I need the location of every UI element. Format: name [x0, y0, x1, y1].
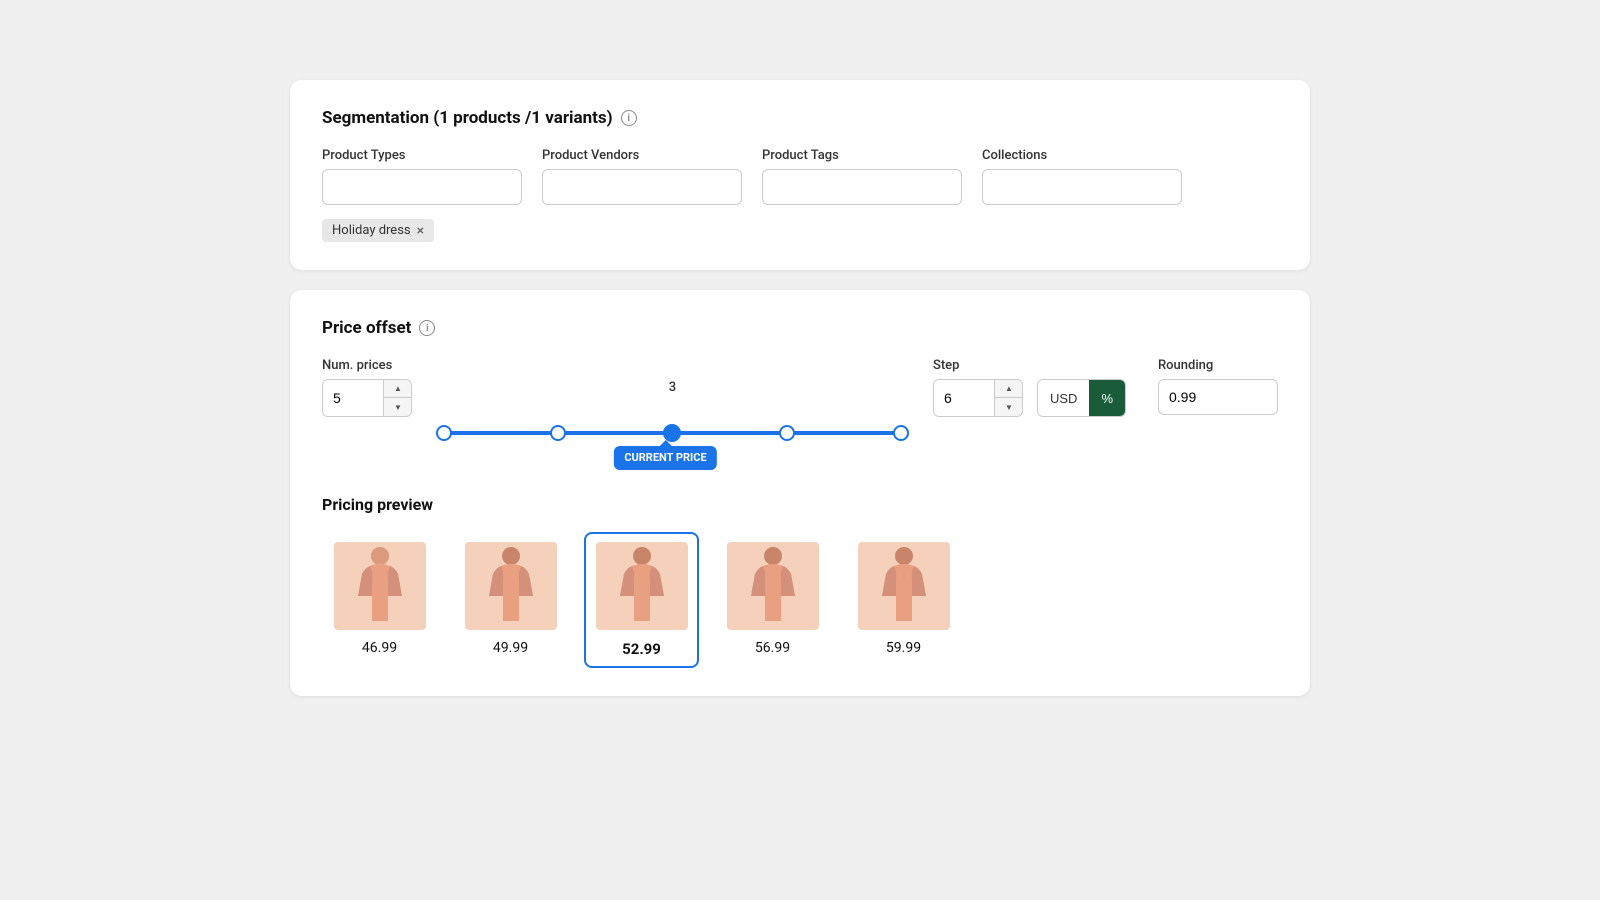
product-tags-label: Product Tags — [762, 148, 962, 163]
dress-svg-1 — [481, 546, 541, 626]
product-image-3 — [727, 542, 819, 630]
product-vendors-input[interactable] — [542, 169, 742, 205]
percent-button[interactable]: % — [1089, 380, 1125, 416]
pricing-preview-title: Pricing preview — [322, 495, 1278, 514]
step-spinner-buttons: ▲ ▼ — [994, 380, 1023, 416]
product-image-0 — [334, 542, 426, 630]
num-prices-decrement[interactable]: ▼ — [384, 398, 412, 416]
product-card-1[interactable]: 49.99 — [453, 532, 568, 668]
price-offset-info-icon[interactable]: i — [419, 320, 435, 336]
segmentation-info-icon[interactable]: i — [621, 110, 637, 126]
product-image-1 — [465, 542, 557, 630]
tag-label: Holiday dress — [332, 223, 411, 238]
dress-svg-4 — [874, 546, 934, 626]
segmentation-card: Segmentation (1 products /1 variants) i … — [290, 80, 1310, 270]
slider-dot-2[interactable]: CURRENT PRICE — [663, 424, 681, 442]
step-spinner: ▲ ▼ — [933, 379, 1023, 417]
slider-track: CURRENT PRICE — [444, 431, 901, 435]
step-decrement[interactable]: ▼ — [995, 398, 1023, 416]
product-price-2: 52.99 — [622, 640, 661, 658]
collections-label: Collections — [982, 148, 1182, 163]
product-image-2 — [596, 542, 688, 630]
slider-track-container[interactable]: CURRENT PRICE — [444, 403, 901, 463]
segmentation-title-text: Segmentation (1 products /1 variants) — [322, 108, 613, 128]
step-input[interactable] — [934, 380, 994, 416]
product-price-3: 56.99 — [755, 640, 790, 656]
holiday-dress-tag: Holiday dress × — [322, 219, 434, 242]
dress-svg-0 — [350, 546, 410, 626]
price-offset-title-text: Price offset — [322, 318, 411, 338]
price-offset-grid: Num. prices ▲ ▼ 3 — [322, 358, 1278, 463]
num-prices-group: Num. prices ▲ ▼ — [322, 358, 412, 417]
product-vendors-label: Product Vendors — [542, 148, 742, 163]
collections-group: Collections — [982, 148, 1182, 205]
product-cards-row: 46.99 49.99 — [322, 532, 1278, 668]
product-card-3[interactable]: 56.99 — [715, 532, 830, 668]
tags-row: Holiday dress × — [322, 219, 1278, 242]
slider-dot-1[interactable] — [550, 425, 566, 441]
product-types-input[interactable] — [322, 169, 522, 205]
page-container: Segmentation (1 products /1 variants) i … — [290, 80, 1310, 696]
currency-toggle: USD % — [1037, 379, 1126, 417]
product-image-4 — [858, 542, 950, 630]
product-tags-group: Product Tags — [762, 148, 962, 205]
product-card-2[interactable]: 52.99 — [584, 532, 699, 668]
slider-active-label: 3 — [444, 380, 901, 395]
segmentation-fields: Product Types Product Vendors Product Ta… — [322, 148, 1278, 205]
dress-svg-2 — [612, 546, 672, 626]
num-prices-input[interactable] — [323, 380, 383, 416]
rounding-group: Rounding — [1158, 358, 1278, 415]
slider-dot-3[interactable] — [779, 425, 795, 441]
num-prices-spinner: ▲ ▼ — [322, 379, 412, 417]
step-label: Step — [933, 358, 1126, 373]
step-group: Step ▲ ▼ USD % — [933, 358, 1126, 417]
usd-button[interactable]: USD — [1038, 380, 1089, 416]
slider-dot-4[interactable] — [893, 425, 909, 441]
spinner-buttons: ▲ ▼ — [383, 380, 412, 416]
product-tags-input[interactable] — [762, 169, 962, 205]
product-price-4: 59.99 — [886, 640, 921, 656]
rounding-label: Rounding — [1158, 358, 1278, 373]
product-types-group: Product Types — [322, 148, 522, 205]
pricing-preview-section: Pricing preview 46.99 — [322, 495, 1278, 668]
segmentation-title: Segmentation (1 products /1 variants) i — [322, 108, 1278, 128]
step-increment[interactable]: ▲ — [995, 380, 1023, 398]
product-card-4[interactable]: 59.99 — [846, 532, 961, 668]
current-price-tooltip: CURRENT PRICE — [614, 446, 716, 470]
price-offset-card: Price offset i Num. prices ▲ ▼ 3 — [290, 290, 1310, 696]
collections-input[interactable] — [982, 169, 1182, 205]
product-vendors-group: Product Vendors — [542, 148, 742, 205]
rounding-input[interactable] — [1158, 379, 1278, 415]
num-prices-label: Num. prices — [322, 358, 412, 373]
product-card-0[interactable]: 46.99 — [322, 532, 437, 668]
product-types-label: Product Types — [322, 148, 522, 163]
slider-section: 3 CURRENT PRICE — [444, 358, 901, 463]
dress-svg-3 — [743, 546, 803, 626]
product-price-0: 46.99 — [362, 640, 397, 656]
tag-remove-button[interactable]: × — [417, 224, 424, 238]
num-prices-increment[interactable]: ▲ — [384, 380, 412, 398]
slider-dot-0[interactable] — [436, 425, 452, 441]
product-price-1: 49.99 — [493, 640, 528, 656]
price-offset-title: Price offset i — [322, 318, 1278, 338]
